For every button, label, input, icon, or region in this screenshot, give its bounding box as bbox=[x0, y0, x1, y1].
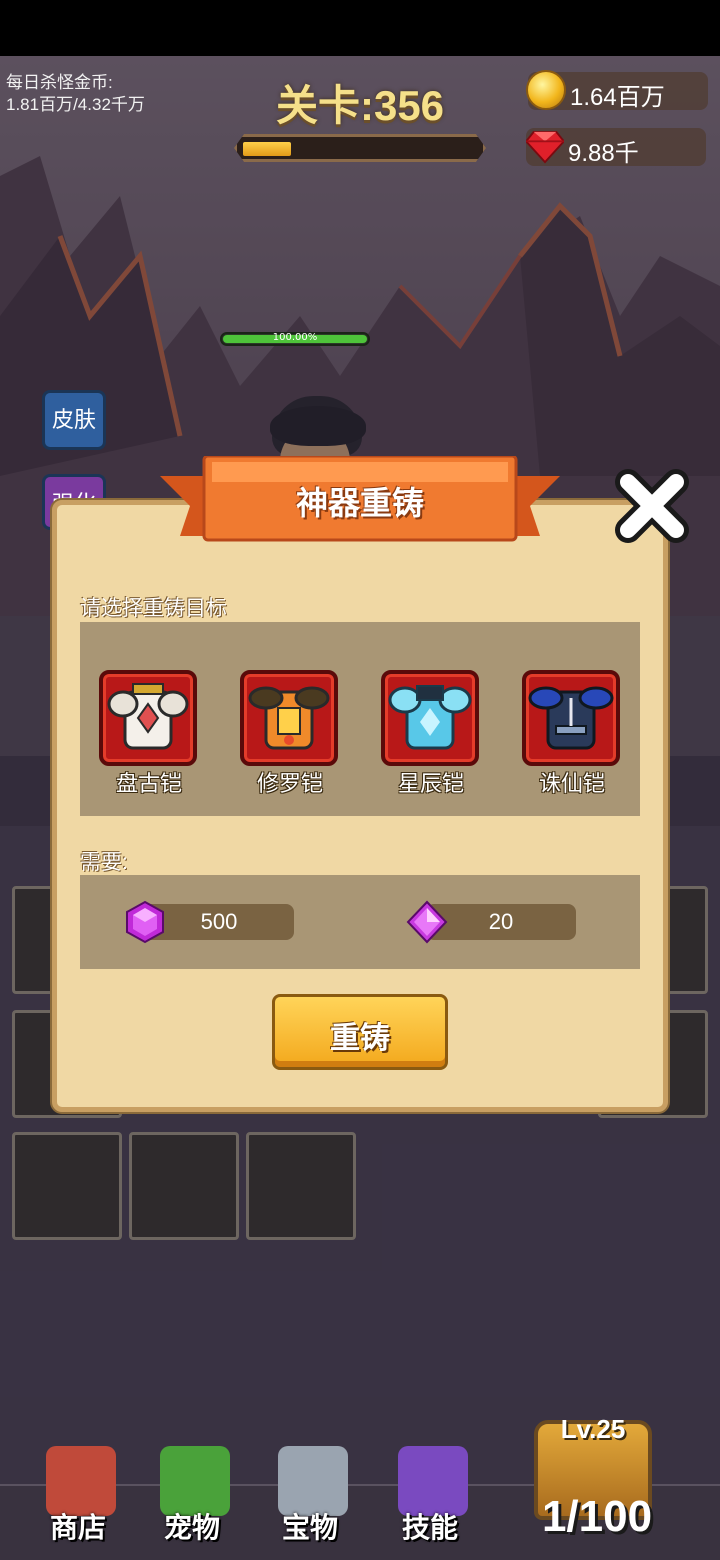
status-bar bbox=[0, 0, 720, 56]
coin-counter: 1.64百万 bbox=[526, 70, 708, 111]
hero-hp-bar: 100.00% bbox=[220, 332, 370, 346]
nav-shop-label: 商店 bbox=[49, 1512, 106, 1543]
gem-counter: 9.88千 bbox=[526, 128, 706, 167]
stage-progress-fill bbox=[243, 142, 291, 156]
armor-frame bbox=[381, 670, 479, 766]
armor-name: 盘古铠 bbox=[115, 771, 182, 796]
stage-progress-bar bbox=[234, 134, 486, 162]
recast-button[interactable]: 重铸 bbox=[272, 994, 448, 1070]
nav-treasure[interactable]: 宝物 bbox=[260, 1440, 360, 1560]
close-icon[interactable] bbox=[612, 466, 692, 546]
daily-kill-value: 1.81百万/4.32千万 bbox=[6, 95, 145, 114]
chest-level: Lv.25 bbox=[560, 1414, 626, 1444]
armor-name: 修罗铠 bbox=[256, 771, 323, 796]
requirement-value: 500 bbox=[200, 909, 238, 934]
nav-pet[interactable]: 宠物 bbox=[142, 1440, 242, 1560]
coin-value: 1.64百万 bbox=[570, 84, 665, 111]
nav-skill[interactable]: 技能 bbox=[380, 1440, 480, 1560]
white-gold-armor-icon bbox=[107, 683, 189, 750]
inventory-slot[interactable] bbox=[129, 1132, 239, 1240]
gem-value: 9.88千 bbox=[568, 140, 639, 167]
stage-title: 关卡:356 bbox=[275, 82, 445, 129]
daily-kill-gold: 每日杀怪金币: 1.81百万/4.32千万 bbox=[6, 72, 145, 116]
select-target-label: 请选择重铸目标 bbox=[80, 597, 227, 620]
requirement-hex-gem: 500 bbox=[124, 900, 296, 944]
requirement-diamond-gem: 20 bbox=[406, 900, 578, 944]
recast-button-label: 重铸 bbox=[330, 1022, 390, 1055]
nav-pet-label: 宠物 bbox=[163, 1512, 220, 1543]
orange-armor-icon bbox=[248, 686, 330, 750]
hero-hp-text: 100.00% bbox=[272, 332, 318, 343]
gold-coin-icon bbox=[526, 70, 566, 110]
nav-shop[interactable]: 商店 bbox=[28, 1440, 128, 1560]
treasure-chest-button[interactable]: Lv.25 1/100 bbox=[528, 1408, 658, 1541]
inventory-slot[interactable] bbox=[12, 1132, 122, 1240]
requires-label: 需要: bbox=[80, 851, 128, 874]
ice-blue-armor-icon bbox=[388, 685, 472, 750]
armor-frame bbox=[240, 670, 338, 766]
armor-frame bbox=[99, 670, 197, 766]
chest-count: 1/100 bbox=[541, 1492, 653, 1541]
armor-name: 星辰铠 bbox=[397, 771, 464, 796]
armor-frame bbox=[522, 670, 620, 766]
inventory-slot[interactable] bbox=[246, 1132, 356, 1240]
dialog-title: 神器重铸 bbox=[295, 485, 424, 521]
nav-skill-label: 技能 bbox=[401, 1512, 458, 1543]
armor-name: 诛仙铠 bbox=[538, 771, 605, 796]
daily-kill-label: 每日杀怪金币: bbox=[6, 73, 113, 92]
nav-treasure-label: 宝物 bbox=[281, 1512, 338, 1543]
ruby-icon bbox=[526, 130, 564, 164]
skin-button[interactable]: 皮肤 bbox=[42, 390, 106, 450]
requirement-value: 20 bbox=[488, 909, 514, 934]
dark-blue-armor-icon bbox=[528, 686, 614, 750]
